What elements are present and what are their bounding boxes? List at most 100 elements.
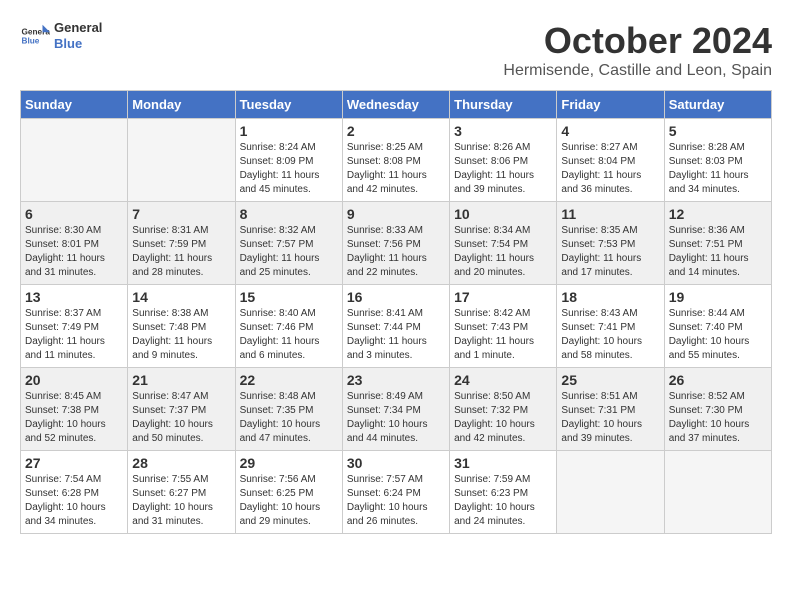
- calendar-cell: 20 Sunrise: 8:45 AM Sunset: 7:38 PM Dayli…: [21, 368, 128, 451]
- calendar-cell: 24Sunrise: 8:50 AM Sunset: 7:32 PM Dayli…: [450, 368, 557, 451]
- calendar-cell: 22 Sunrise: 8:48 AM Sunset: 7:35 PM Dayli…: [235, 368, 342, 451]
- day-info: Sunrise: 7:59 AM Sunset: 6:23 PM Dayligh…: [454, 473, 552, 529]
- day-number: 29: [240, 455, 338, 471]
- day-number: 4: [561, 123, 659, 139]
- day-number: 6: [25, 206, 123, 222]
- day-number: 26: [669, 372, 767, 388]
- calendar-cell: 19Sunrise: 8:44 AM Sunset: 7:40 PM Dayli…: [664, 285, 771, 368]
- day-info: Sunrise: 8:35 AM Sunset: 7:53 PM Dayligh…: [561, 224, 659, 280]
- day-info: Sunrise: 8:50 AM Sunset: 7:32 PM Dayligh…: [454, 390, 552, 446]
- day-number: 3: [454, 123, 552, 139]
- day-info: Sunrise: 8:45 AM Sunset: 7:38 PM Dayligh…: [25, 390, 123, 446]
- calendar-cell: 23 Sunrise: 8:49 AM Sunset: 7:34 PM Dayli…: [342, 368, 449, 451]
- weekday-header-saturday: Saturday: [664, 91, 771, 119]
- day-number: 15: [240, 289, 338, 305]
- calendar-cell: 28Sunrise: 7:55 AM Sunset: 6:27 PM Dayli…: [128, 451, 235, 534]
- day-info: Sunrise: 8:33 AM Sunset: 7:56 PM Dayligh…: [347, 224, 445, 280]
- logo-icon: General Blue: [20, 21, 50, 51]
- calendar-cell: 18Sunrise: 8:43 AM Sunset: 7:41 PM Dayli…: [557, 285, 664, 368]
- day-number: 21: [132, 372, 230, 388]
- day-number: 14: [132, 289, 230, 305]
- calendar-cell: 1Sunrise: 8:24 AM Sunset: 8:09 PM Daylig…: [235, 119, 342, 202]
- calendar-cell: 13 Sunrise: 8:37 AM Sunset: 7:49 PM Dayli…: [21, 285, 128, 368]
- calendar-cell: 15 Sunrise: 8:40 AM Sunset: 7:46 PM Dayli…: [235, 285, 342, 368]
- calendar-cell: 16 Sunrise: 8:41 AM Sunset: 7:44 PM Dayli…: [342, 285, 449, 368]
- calendar-cell: 14 Sunrise: 8:38 AM Sunset: 7:48 PM Dayli…: [128, 285, 235, 368]
- day-info: Sunrise: 8:27 AM Sunset: 8:04 PM Dayligh…: [561, 141, 659, 197]
- calendar-cell: [21, 119, 128, 202]
- day-number: 10: [454, 206, 552, 222]
- day-info: Sunrise: 8:34 AM Sunset: 7:54 PM Dayligh…: [454, 224, 552, 280]
- day-info: Sunrise: 8:25 AM Sunset: 8:08 PM Dayligh…: [347, 141, 445, 197]
- weekday-header-row: SundayMondayTuesdayWednesdayThursdayFrid…: [21, 91, 772, 119]
- calendar-cell: 25 Sunrise: 8:51 AM Sunset: 7:31 PM Dayli…: [557, 368, 664, 451]
- day-info: Sunrise: 7:54 AM Sunset: 6:28 PM Dayligh…: [25, 473, 123, 529]
- day-info: Sunrise: 8:40 AM Sunset: 7:46 PM Dayligh…: [240, 307, 338, 363]
- day-info: Sunrise: 8:31 AM Sunset: 7:59 PM Dayligh…: [132, 224, 230, 280]
- calendar-cell: 31Sunrise: 7:59 AM Sunset: 6:23 PM Dayli…: [450, 451, 557, 534]
- day-info: Sunrise: 8:42 AM Sunset: 7:43 PM Dayligh…: [454, 307, 552, 363]
- day-number: 25: [561, 372, 659, 388]
- day-info: Sunrise: 8:36 AM Sunset: 7:51 PM Dayligh…: [669, 224, 767, 280]
- day-info: Sunrise: 8:47 AM Sunset: 7:37 PM Dayligh…: [132, 390, 230, 446]
- day-number: 9: [347, 206, 445, 222]
- day-info: Sunrise: 8:41 AM Sunset: 7:44 PM Dayligh…: [347, 307, 445, 363]
- calendar-cell: 9 Sunrise: 8:33 AM Sunset: 7:56 PM Daylig…: [342, 202, 449, 285]
- location-subtitle: Hermisende, Castille and Leon, Spain: [503, 62, 772, 80]
- svg-text:Blue: Blue: [22, 36, 40, 45]
- day-number: 28: [132, 455, 230, 471]
- calendar-cell: 17 Sunrise: 8:42 AM Sunset: 7:43 PM Dayli…: [450, 285, 557, 368]
- day-number: 17: [454, 289, 552, 305]
- calendar-table: SundayMondayTuesdayWednesdayThursdayFrid…: [20, 90, 772, 534]
- calendar-week-4: 20 Sunrise: 8:45 AM Sunset: 7:38 PM Dayli…: [21, 368, 772, 451]
- day-info: Sunrise: 8:51 AM Sunset: 7:31 PM Dayligh…: [561, 390, 659, 446]
- calendar-cell: 4 Sunrise: 8:27 AM Sunset: 8:04 PM Daylig…: [557, 119, 664, 202]
- day-number: 30: [347, 455, 445, 471]
- calendar-cell: 6Sunrise: 8:30 AM Sunset: 8:01 PM Daylig…: [21, 202, 128, 285]
- weekday-header-sunday: Sunday: [21, 91, 128, 119]
- calendar-cell: 26 Sunrise: 8:52 AM Sunset: 7:30 PM Dayli…: [664, 368, 771, 451]
- day-number: 8: [240, 206, 338, 222]
- calendar-cell: 5 Sunrise: 8:28 AM Sunset: 8:03 PM Daylig…: [664, 119, 771, 202]
- day-info: Sunrise: 7:57 AM Sunset: 6:24 PM Dayligh…: [347, 473, 445, 529]
- day-number: 20: [25, 372, 123, 388]
- day-info: Sunrise: 8:26 AM Sunset: 8:06 PM Dayligh…: [454, 141, 552, 197]
- calendar-cell: 29Sunrise: 7:56 AM Sunset: 6:25 PM Dayli…: [235, 451, 342, 534]
- logo-general-text: General: [54, 20, 102, 36]
- calendar-cell: 7 Sunrise: 8:31 AM Sunset: 7:59 PM Daylig…: [128, 202, 235, 285]
- day-number: 19: [669, 289, 767, 305]
- day-number: 12: [669, 206, 767, 222]
- calendar-cell: [664, 451, 771, 534]
- calendar-cell: 2Sunrise: 8:25 AM Sunset: 8:08 PM Daylig…: [342, 119, 449, 202]
- weekday-header-monday: Monday: [128, 91, 235, 119]
- month-title: October 2024: [503, 20, 772, 62]
- day-number: 13: [25, 289, 123, 305]
- calendar-week-3: 13 Sunrise: 8:37 AM Sunset: 7:49 PM Dayli…: [21, 285, 772, 368]
- day-info: Sunrise: 8:48 AM Sunset: 7:35 PM Dayligh…: [240, 390, 338, 446]
- day-info: Sunrise: 8:43 AM Sunset: 7:41 PM Dayligh…: [561, 307, 659, 363]
- day-info: Sunrise: 8:32 AM Sunset: 7:57 PM Dayligh…: [240, 224, 338, 280]
- calendar-cell: 30 Sunrise: 7:57 AM Sunset: 6:24 PM Dayli…: [342, 451, 449, 534]
- day-info: Sunrise: 8:49 AM Sunset: 7:34 PM Dayligh…: [347, 390, 445, 446]
- day-number: 7: [132, 206, 230, 222]
- calendar-cell: [557, 451, 664, 534]
- calendar-cell: 27Sunrise: 7:54 AM Sunset: 6:28 PM Dayli…: [21, 451, 128, 534]
- day-number: 5: [669, 123, 767, 139]
- day-number: 23: [347, 372, 445, 388]
- calendar-cell: [128, 119, 235, 202]
- calendar-cell: 11 Sunrise: 8:35 AM Sunset: 7:53 PM Dayli…: [557, 202, 664, 285]
- weekday-header-thursday: Thursday: [450, 91, 557, 119]
- calendar-cell: 12 Sunrise: 8:36 AM Sunset: 7:51 PM Dayli…: [664, 202, 771, 285]
- day-info: Sunrise: 8:37 AM Sunset: 7:49 PM Dayligh…: [25, 307, 123, 363]
- calendar-cell: 8 Sunrise: 8:32 AM Sunset: 7:57 PM Daylig…: [235, 202, 342, 285]
- day-info: Sunrise: 8:38 AM Sunset: 7:48 PM Dayligh…: [132, 307, 230, 363]
- day-info: Sunrise: 8:52 AM Sunset: 7:30 PM Dayligh…: [669, 390, 767, 446]
- day-info: Sunrise: 8:28 AM Sunset: 8:03 PM Dayligh…: [669, 141, 767, 197]
- day-info: Sunrise: 8:24 AM Sunset: 8:09 PM Dayligh…: [240, 141, 338, 197]
- day-number: 22: [240, 372, 338, 388]
- day-number: 16: [347, 289, 445, 305]
- logo-blue-text: Blue: [54, 36, 102, 52]
- calendar-week-2: 6Sunrise: 8:30 AM Sunset: 8:01 PM Daylig…: [21, 202, 772, 285]
- day-number: 11: [561, 206, 659, 222]
- calendar-week-5: 27Sunrise: 7:54 AM Sunset: 6:28 PM Dayli…: [21, 451, 772, 534]
